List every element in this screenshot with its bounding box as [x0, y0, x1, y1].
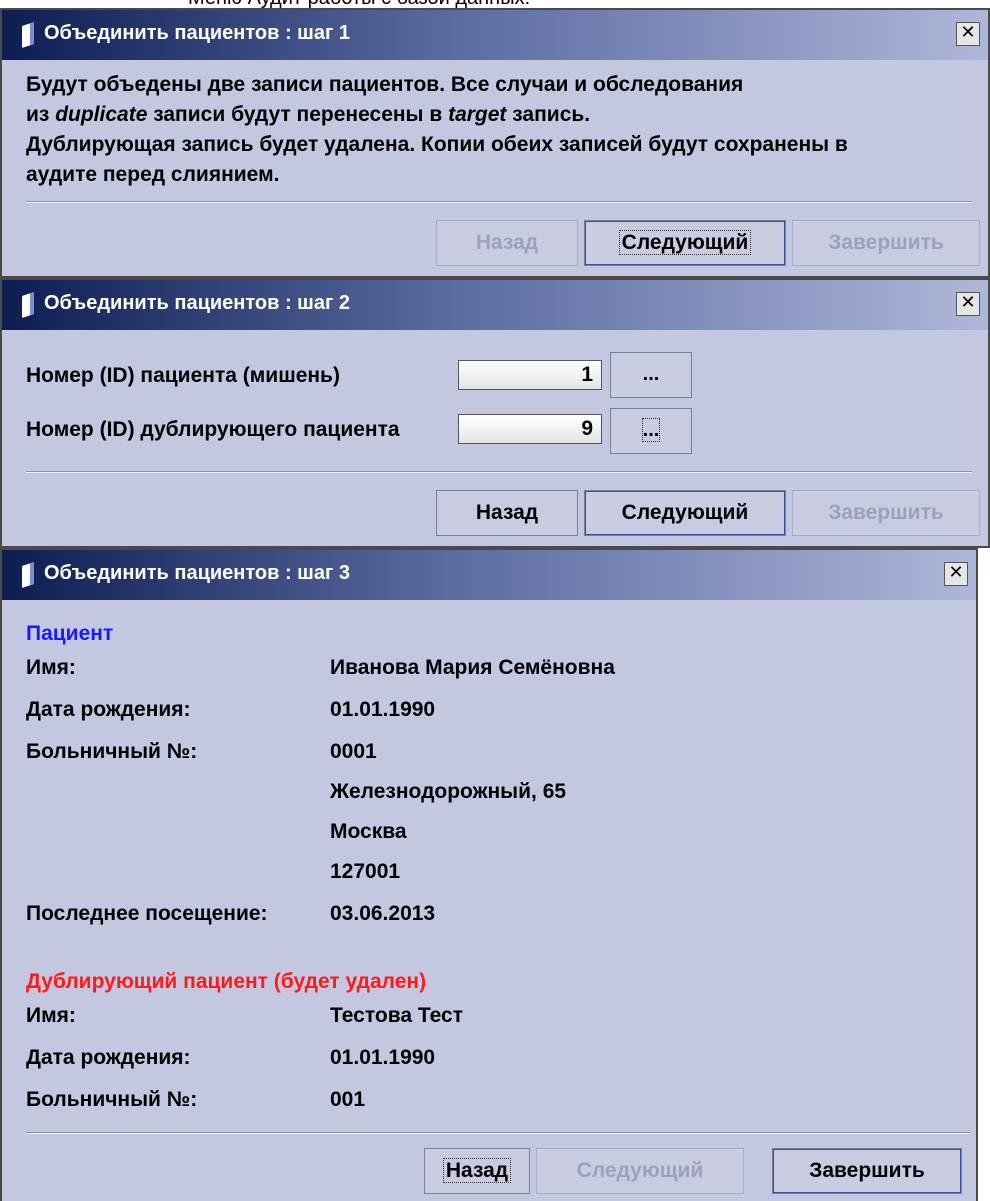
- patient-dob: 01.01.1990: [330, 698, 436, 721]
- last-visit-label: Последнее посещение:: [26, 902, 268, 925]
- description-line-1: Будут объедены две записи пациентов. Все…: [26, 73, 744, 96]
- target-patient-id-field[interactable]: 1: [458, 360, 602, 390]
- duplicate-patient-id-label: Номер (ID) дублирующего пациента: [26, 418, 400, 441]
- merge-dialog-step-2: Объединить пациентов : шаг 2 ✕ Номер (ID…: [0, 278, 990, 548]
- merge-description: Будут объедены две записи пациентов. Все…: [26, 70, 976, 190]
- text-part: из: [26, 103, 56, 126]
- background-caption: Меню Аудит работы с базой данных.: [0, 0, 990, 8]
- back-button[interactable]: Назад: [436, 220, 578, 266]
- duplicate-term: duplicate: [55, 103, 148, 126]
- duplicate-heading: Дублирующий пациент (будет удален): [26, 970, 427, 993]
- finish-button[interactable]: Завершить: [792, 220, 980, 266]
- patient-hospital-number-label: Больничный №:: [26, 740, 198, 763]
- description-line-2: из duplicate записи будут перенесены в t…: [26, 100, 976, 130]
- dialog-title: Объединить пациентов : шаг 2: [44, 292, 350, 314]
- back-button-label: Назад: [475, 501, 539, 524]
- dialog-title: Объединить пациентов : шаг 3: [44, 562, 350, 584]
- description-line-4: аудите перед слиянием.: [26, 163, 280, 186]
- patient-address-street: Железнодорожный, 65: [330, 780, 567, 803]
- merge-dialog-step-3: Объединить пациентов : шаг 3 ✕ Пациент И…: [0, 548, 978, 1201]
- close-icon[interactable]: ✕: [956, 292, 980, 316]
- back-button-label: Назад: [475, 231, 539, 254]
- finish-button-label: Завершить: [828, 501, 944, 524]
- duplicate-hospital-number: 001: [330, 1088, 366, 1111]
- patient-hospital-number: 0001: [330, 740, 377, 763]
- patient-address-city: Москва: [330, 820, 407, 843]
- next-button[interactable]: Следующий: [584, 490, 786, 536]
- back-button[interactable]: Назад: [424, 1148, 530, 1194]
- back-button[interactable]: Назад: [436, 490, 578, 536]
- patient-name-label: Имя:: [26, 656, 76, 679]
- duplicate-name-label: Имя:: [26, 1004, 76, 1027]
- divider: [26, 1132, 970, 1134]
- close-icon[interactable]: ✕: [956, 22, 980, 46]
- divider: [26, 471, 972, 473]
- target-patient-id-label: Номер (ID) пациента (мишень): [26, 364, 340, 387]
- duplicate-hospital-number-label: Больничный №:: [26, 1088, 198, 1111]
- browse-label: ...: [642, 363, 660, 385]
- duplicate-dob: 01.01.1990: [330, 1046, 436, 1069]
- next-button-label: Следующий: [576, 1159, 704, 1182]
- divider: [26, 201, 972, 203]
- background-caption-text: Меню Аудит работы с базой данных.: [188, 0, 530, 8]
- browse-target-button[interactable]: ...: [610, 352, 692, 398]
- target-term: target: [448, 103, 507, 126]
- next-button-label: Следующий: [621, 501, 749, 524]
- duplicate-dob-label: Дата рождения:: [26, 1046, 191, 1069]
- back-button-label: Назад: [442, 1158, 512, 1183]
- title-bar[interactable]: Объединить пациентов : шаг 1 ✕: [2, 10, 988, 60]
- next-button[interactable]: Следующий: [584, 220, 786, 266]
- app-icon: [22, 292, 34, 318]
- description-line-3: Дублирующая запись будет удалена. Копии …: [26, 133, 848, 156]
- patient-name: Иванова Мария Семёновна: [330, 656, 615, 679]
- next-button-label: Следующий: [618, 230, 752, 255]
- app-icon: [22, 562, 34, 588]
- duplicate-name: Тестова Тест: [330, 1004, 463, 1027]
- browse-label: ...: [641, 418, 661, 442]
- app-icon: [22, 22, 34, 48]
- patient-dob-label: Дата рождения:: [26, 698, 191, 721]
- browse-duplicate-button[interactable]: ...: [610, 408, 692, 454]
- merge-dialog-step-1: Объединить пациентов : шаг 1 ✕ Будут объ…: [0, 8, 990, 278]
- close-icon[interactable]: ✕: [944, 562, 968, 586]
- text-part: записи будут перенесены в: [147, 103, 449, 126]
- title-bar[interactable]: Объединить пациентов : шаг 2 ✕: [2, 280, 988, 330]
- text-part: запись.: [506, 103, 591, 126]
- finish-button-label: Завершить: [809, 1159, 925, 1182]
- finish-button[interactable]: Завершить: [792, 490, 980, 536]
- dialog-title: Объединить пациентов : шаг 1: [44, 22, 350, 44]
- patient-address-postcode: 127001: [330, 860, 401, 883]
- last-visit-date: 03.06.2013: [330, 902, 436, 925]
- title-bar[interactable]: Объединить пациентов : шаг 3 ✕: [2, 550, 976, 600]
- finish-button-label: Завершить: [828, 231, 944, 254]
- duplicate-patient-id-field[interactable]: 9: [458, 414, 602, 444]
- next-button[interactable]: Следующий: [536, 1148, 744, 1194]
- finish-button[interactable]: Завершить: [772, 1148, 962, 1194]
- patient-heading: Пациент: [26, 622, 114, 645]
